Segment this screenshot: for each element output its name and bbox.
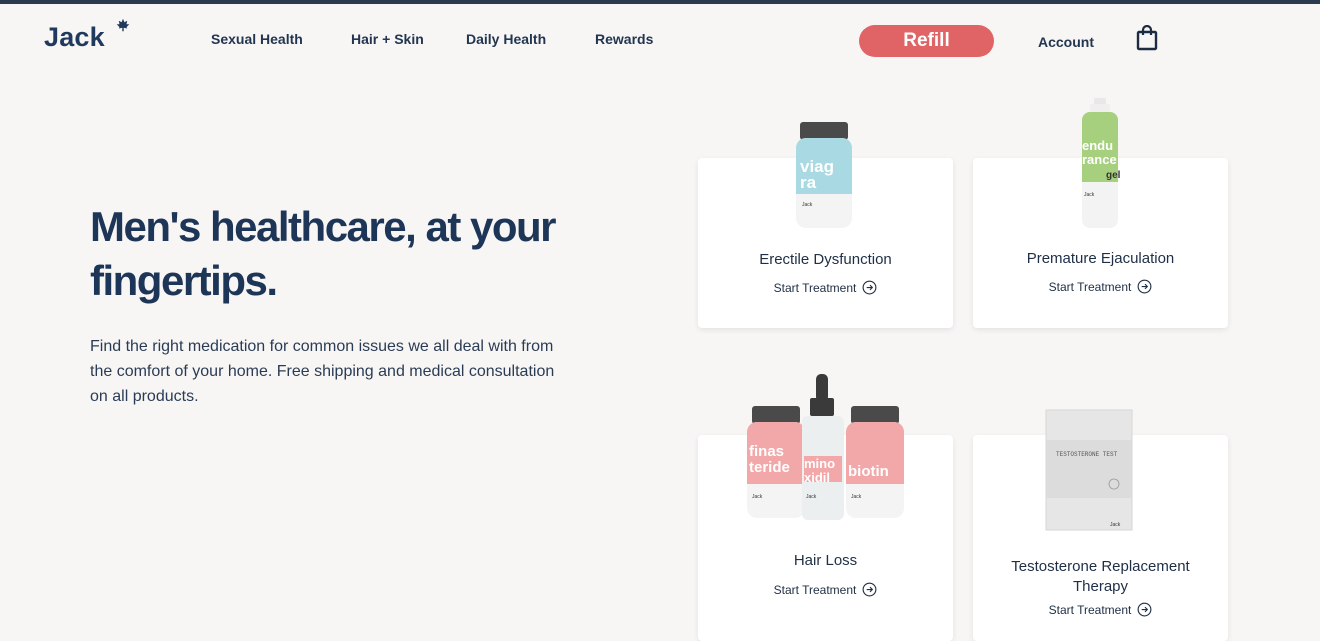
shopping-bag-icon[interactable] <box>1136 25 1158 51</box>
biotin-label-line1: biotin <box>848 463 889 480</box>
minoxidil-brand: Jack <box>806 494 817 500</box>
jack-logo[interactable]: Jack <box>44 18 130 53</box>
arrow-right-circle-icon <box>1137 279 1152 294</box>
start-treatment-link[interactable]: Start Treatment <box>973 602 1228 617</box>
finasteride-label-line1: finas <box>749 443 784 460</box>
finasteride-brand: Jack <box>752 494 763 500</box>
cta-label: Start Treatment <box>1048 279 1132 294</box>
start-treatment-link[interactable]: Start Treatment <box>698 280 953 295</box>
arrow-right-circle-icon <box>862 582 877 597</box>
maple-leaf-icon <box>116 18 130 32</box>
start-treatment-link[interactable]: Start Treatment <box>698 582 953 597</box>
logo-text: Jack <box>44 22 105 52</box>
biotin-bottle: biotin Jack <box>846 406 904 518</box>
endurance-gel-image: endu rance gel Jack <box>1082 98 1121 228</box>
nav-rewards[interactable]: Rewards <box>595 31 653 47</box>
card-title: Testosterone Replacement Therapy <box>1011 558 1190 595</box>
hero-title-line2: fingertips. <box>90 257 278 304</box>
top-accent-bar <box>0 0 1320 4</box>
arrow-right-circle-icon <box>862 280 877 295</box>
hair-loss-bottles-image: finas teride Jack mino xidil Jack biotin… <box>747 374 904 520</box>
viagra-brand: Jack <box>802 202 813 208</box>
minoxidil-label-line2: xidil <box>804 470 830 485</box>
hero-title-line1: Men's healthcare, at your <box>90 203 556 250</box>
nav-hair-skin[interactable]: Hair + Skin <box>351 31 424 47</box>
nav-daily-health[interactable]: Daily Health <box>466 31 546 47</box>
cta-label: Start Treatment <box>1048 602 1132 617</box>
finasteride-bottle: finas teride Jack <box>747 406 805 518</box>
nav-sexual-health[interactable]: Sexual Health <box>211 31 303 47</box>
finasteride-label-line2: teride <box>749 459 790 476</box>
testosterone-box-label: TESTOSTERONE TEST <box>1056 451 1118 458</box>
account-link[interactable]: Account <box>1038 34 1094 50</box>
arrow-right-circle-icon <box>1137 602 1152 617</box>
card-title: Erectile Dysfunction <box>759 251 892 268</box>
testosterone-brand: Jack <box>1110 522 1121 528</box>
cta-label: Start Treatment <box>773 582 857 597</box>
start-treatment-link[interactable]: Start Treatment <box>973 279 1228 294</box>
card-title: Premature Ejaculation <box>1026 250 1175 267</box>
viagra-label-line2: ra <box>800 173 817 192</box>
refill-button[interactable]: Refill <box>859 25 994 57</box>
testosterone-test-box-image: TESTOSTERONE TEST Jack <box>1045 409 1133 531</box>
viagra-bottle-image: viag ra Jack <box>796 122 852 228</box>
minoxidil-label-line1: mino <box>804 456 835 471</box>
endurance-brand: Jack <box>1084 192 1095 198</box>
endurance-label-line1: endu <box>1082 138 1113 153</box>
cta-label: Start Treatment <box>773 280 857 295</box>
endurance-label-line3: gel <box>1106 170 1121 181</box>
hero-title: Men's healthcare, at your fingertips. <box>90 200 610 308</box>
biotin-brand: Jack <box>851 494 862 500</box>
minoxidil-bottle: mino xidil Jack <box>802 374 844 520</box>
endurance-label-line2: rance <box>1082 152 1117 167</box>
hero-description: Find the right medication for common iss… <box>90 338 555 405</box>
card-title: Hair Loss <box>793 552 858 569</box>
